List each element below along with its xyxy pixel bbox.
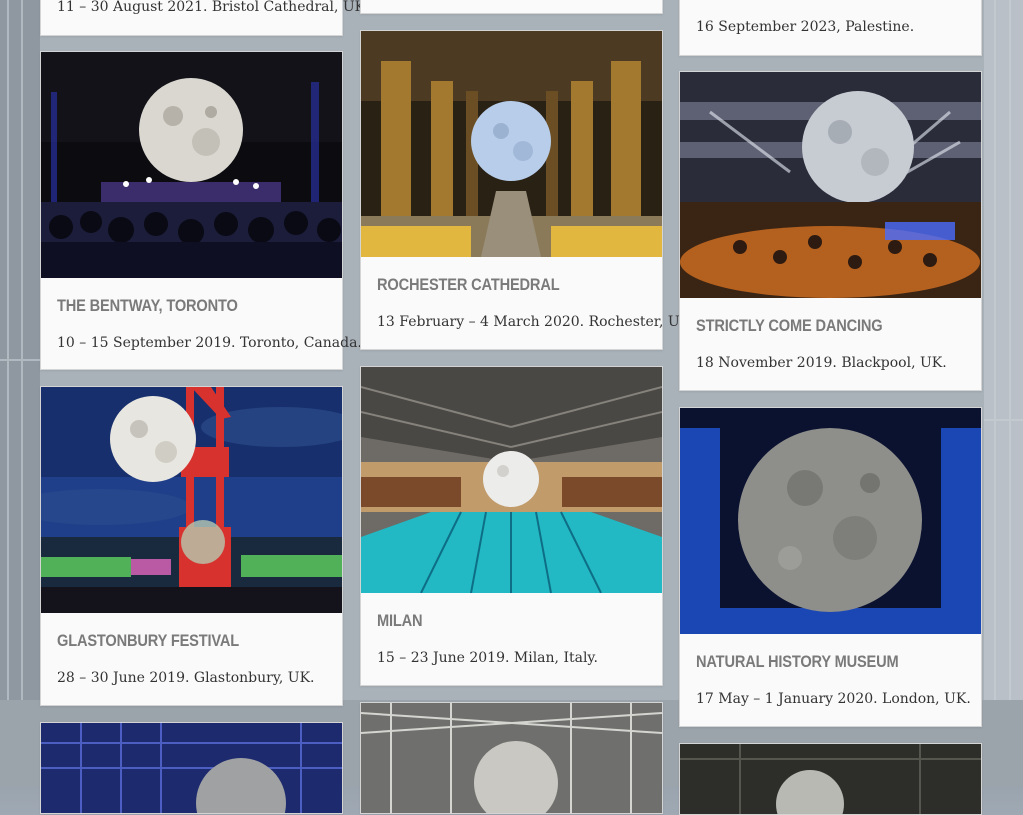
card-glastonbury-festival[interactable]: GLASTONBURY FESTIVAL 28 – 30 June 2019. … (40, 386, 343, 706)
photo-image[interactable] (680, 744, 981, 814)
card-strictly-come-dancing[interactable]: STRICTLY COME DANCING 18 November 2019. … (679, 71, 982, 391)
card-bentway-toronto[interactable]: THE BENTWAY, TORONTO 10 – 15 September 2… (40, 51, 362, 370)
card-title[interactable]: MILAN (377, 611, 423, 631)
card-title[interactable]: STRICTLY COME DANCING (696, 316, 883, 336)
card-title[interactable]: GLASTONBURY FESTIVAL (57, 631, 239, 651)
photo-image[interactable] (361, 31, 662, 257)
photo-image[interactable] (41, 387, 342, 613)
card-date: 11 – 30 August 2021. Bristol Cathedral, … (57, 0, 370, 15)
card-date: 15 – 23 June 2019. Milan, Italy. (377, 650, 598, 666)
card-harpa[interactable] (40, 722, 343, 814)
card-date: 10 – 15 September 2019. Toronto, Canada. (57, 335, 362, 351)
card-date: 16 September 2023, Palestine. (696, 19, 915, 35)
card-title[interactable]: ROCHESTER CATHEDRAL (377, 275, 560, 295)
card-date: 18 November 2019. Blackpool, UK. (696, 355, 947, 371)
card-next[interactable] (679, 743, 982, 815)
photo-image[interactable] (361, 703, 662, 813)
photo-image[interactable] (41, 52, 342, 278)
card-natural-history-museum[interactable]: NATURAL HISTORY MUSEUM 17 May – 1 Januar… (679, 407, 982, 727)
card-rochester-cathedral[interactable]: ROCHESTER CATHEDRAL 13 February – 4 Marc… (360, 30, 695, 350)
photo-image[interactable] (680, 72, 981, 298)
card-previous[interactable] (360, 0, 663, 14)
card-title[interactable]: THE BENTWAY, TORONTO (57, 296, 238, 316)
photo-image[interactable] (680, 408, 981, 634)
card-date: 17 May – 1 January 2020. London, UK. (696, 691, 971, 707)
card-milan[interactable]: MILAN 15 – 23 June 2019. Milan, Italy. (360, 366, 663, 686)
photo-image[interactable] (361, 367, 662, 593)
card-palestine[interactable]: 16 September 2023, Palestine. (679, 0, 982, 56)
card-date: 13 February – 4 March 2020. Rochester, U… (377, 314, 695, 330)
card-title[interactable]: NATURAL HISTORY MUSEUM (696, 652, 899, 672)
card-bristol-cathedral[interactable]: 11 – 30 August 2021. Bristol Cathedral, … (40, 0, 370, 36)
photo-image[interactable] (41, 723, 342, 813)
card-date: 28 – 30 June 2019. Glastonbury, UK. (57, 670, 315, 686)
card-market-hall[interactable] (360, 702, 663, 814)
